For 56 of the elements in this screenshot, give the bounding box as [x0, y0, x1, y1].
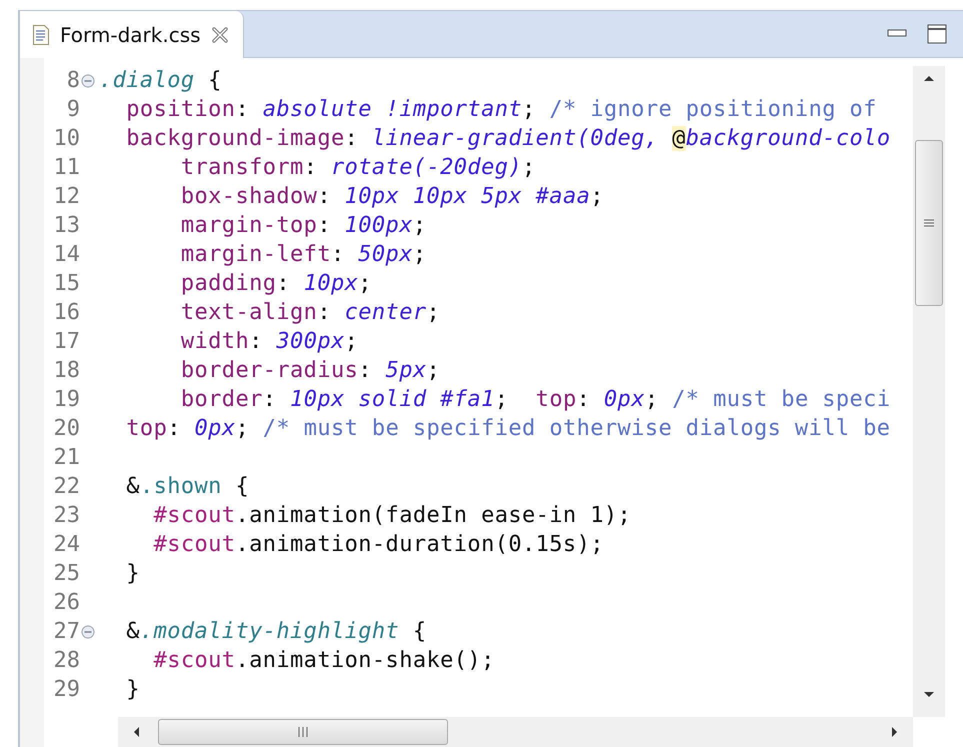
line-number: 17 [54, 328, 80, 356]
scroll-right-arrow-icon[interactable] [891, 726, 899, 738]
line-number: 10 [54, 125, 80, 153]
line-number: 22 [54, 473, 80, 501]
scroll-up-arrow-icon[interactable] [923, 74, 935, 82]
scroll-left-arrow-icon[interactable] [132, 726, 140, 738]
line-number: 12 [54, 183, 80, 211]
horizontal-scrollbar[interactable] [118, 717, 913, 747]
line-number: 27 [54, 618, 80, 646]
line-number: 14 [54, 241, 80, 269]
code-line: .dialog { [99, 67, 222, 95]
line-number: 26 [54, 589, 80, 617]
fold-collapse-icon[interactable] [81, 624, 95, 638]
line-number: 20 [54, 415, 80, 443]
code-line: position: absolute !important; /* ignore positioning of [125, 96, 877, 124]
code-line: margin-top: 100px; [180, 212, 427, 240]
line-number: 28 [54, 647, 80, 675]
line-number: 11 [54, 154, 80, 182]
code-line: padding: 10px; [180, 270, 372, 298]
line-number: 24 [54, 531, 80, 559]
code-line: #scout.animation-duration(0.15s); [152, 531, 604, 559]
code-line: border: 10px solid #fa1; top: 0px; /* must be speci [180, 386, 890, 414]
code-line: &.shown { [125, 473, 250, 501]
code-line: text-align: center; [180, 299, 440, 327]
line-number: 29 [54, 676, 80, 704]
close-icon[interactable] [210, 26, 229, 44]
line-number: 13 [54, 212, 80, 240]
code-line: background-image: linear-gradient(0deg, @background-colo [125, 125, 890, 153]
scroll-down-arrow-icon[interactable] [923, 691, 935, 699]
code-line: width: 300px; [180, 328, 358, 356]
file-icon [32, 24, 50, 46]
code-line: &.modality-highlight { [125, 618, 426, 646]
code-line: } [125, 560, 140, 588]
code-line: transform: rotate(-20deg); [180, 154, 536, 182]
line-number: 16 [54, 299, 80, 327]
scroll-thumb[interactable] [915, 140, 943, 306]
scroll-thumb[interactable] [158, 719, 448, 745]
maximize-icon[interactable] [927, 24, 947, 44]
code-line: margin-left: 50px; [180, 241, 427, 269]
code-line: } [125, 676, 140, 704]
code-line: #scout.animation-shake(); [152, 647, 495, 675]
code-line: #scout.animation(fadeIn ease-in 1); [152, 502, 632, 530]
line-number: 19 [54, 386, 80, 414]
line-number: 8 [66, 67, 80, 95]
line-number: 18 [54, 357, 80, 385]
line-number: 9 [66, 96, 80, 124]
fold-collapse-icon[interactable] [81, 74, 95, 88]
code-line: box-shadow: 10px 10px 5px #aaa; [180, 183, 604, 211]
code-line: top: 0px; /* must be specified otherwise dialogs will be [125, 415, 890, 443]
vertical-scrollbar[interactable] [913, 66, 945, 717]
line-number: 15 [54, 270, 80, 298]
line-number: 21 [54, 444, 80, 472]
code-line: border-radius: 5px; [180, 357, 440, 385]
line-number: 23 [54, 502, 80, 530]
editor-tab[interactable]: Form-dark.css [20, 11, 244, 58]
line-number: 25 [54, 560, 80, 588]
